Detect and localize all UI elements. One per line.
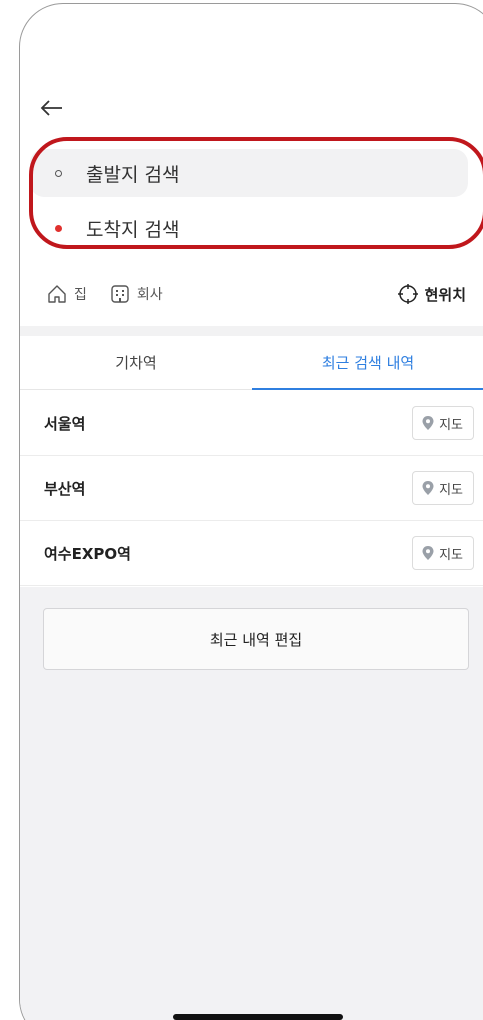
home-shortcut-label: 집 xyxy=(74,287,87,303)
current-location-button[interactable]: 현위치 xyxy=(397,280,466,308)
route-search-box: 출발지 검색 도착지 검색 xyxy=(30,149,468,253)
map-button-label: 지도 xyxy=(439,547,463,563)
work-shortcut-label: 회사 xyxy=(136,287,163,303)
map-button-label: 지도 xyxy=(439,417,463,433)
phone-frame: 출발지 검색 도착지 검색 집 회사 현위치 기차역 최근 검색 내역 서울역 … xyxy=(19,3,483,1020)
map-pin-icon xyxy=(422,416,434,430)
end-dot-icon xyxy=(55,225,62,232)
tab-bar: 기차역 최근 검색 내역 xyxy=(20,336,483,390)
start-dot-icon xyxy=(55,170,62,177)
tab-recent-search[interactable]: 최근 검색 내역 xyxy=(252,336,483,390)
station-name: 여수EXPO역 xyxy=(44,544,131,563)
current-location-label: 현위치 xyxy=(424,285,466,304)
building-icon xyxy=(111,285,129,303)
map-button[interactable]: 지도 xyxy=(412,536,474,570)
crosshair-icon xyxy=(397,284,418,304)
recent-search-list: 서울역 지도 부산역 지도 여수EXPO역 지도 xyxy=(20,391,483,586)
map-button-label: 지도 xyxy=(439,482,463,498)
end-search-placeholder: 도착지 검색 xyxy=(86,218,180,241)
list-item[interactable]: 서울역 지도 xyxy=(20,391,483,456)
home-indicator[interactable] xyxy=(173,1014,343,1020)
section-divider xyxy=(20,326,483,336)
list-item[interactable]: 여수EXPO역 지도 xyxy=(20,521,483,586)
home-shortcut[interactable]: 집 xyxy=(46,283,87,305)
start-search-input[interactable]: 출발지 검색 xyxy=(30,149,468,197)
station-name: 부산역 xyxy=(44,479,86,498)
home-icon xyxy=(48,285,66,303)
end-search-input[interactable]: 도착지 검색 xyxy=(30,204,468,252)
back-arrow-icon[interactable] xyxy=(38,94,66,122)
map-button[interactable]: 지도 xyxy=(412,406,474,440)
list-item[interactable]: 부산역 지도 xyxy=(20,456,483,521)
start-search-placeholder: 출발지 검색 xyxy=(86,163,180,186)
map-pin-icon xyxy=(422,481,434,495)
screen: 출발지 검색 도착지 검색 집 회사 현위치 기차역 최근 검색 내역 서울역 … xyxy=(20,4,483,1020)
map-pin-icon xyxy=(422,546,434,560)
station-name: 서울역 xyxy=(44,414,86,433)
tab-train-station[interactable]: 기차역 xyxy=(20,336,252,389)
work-shortcut[interactable]: 회사 xyxy=(109,283,163,305)
shortcut-bar: 집 회사 xyxy=(46,280,185,308)
map-button[interactable]: 지도 xyxy=(412,471,474,505)
edit-recent-button[interactable]: 최근 내역 편집 xyxy=(43,608,469,670)
